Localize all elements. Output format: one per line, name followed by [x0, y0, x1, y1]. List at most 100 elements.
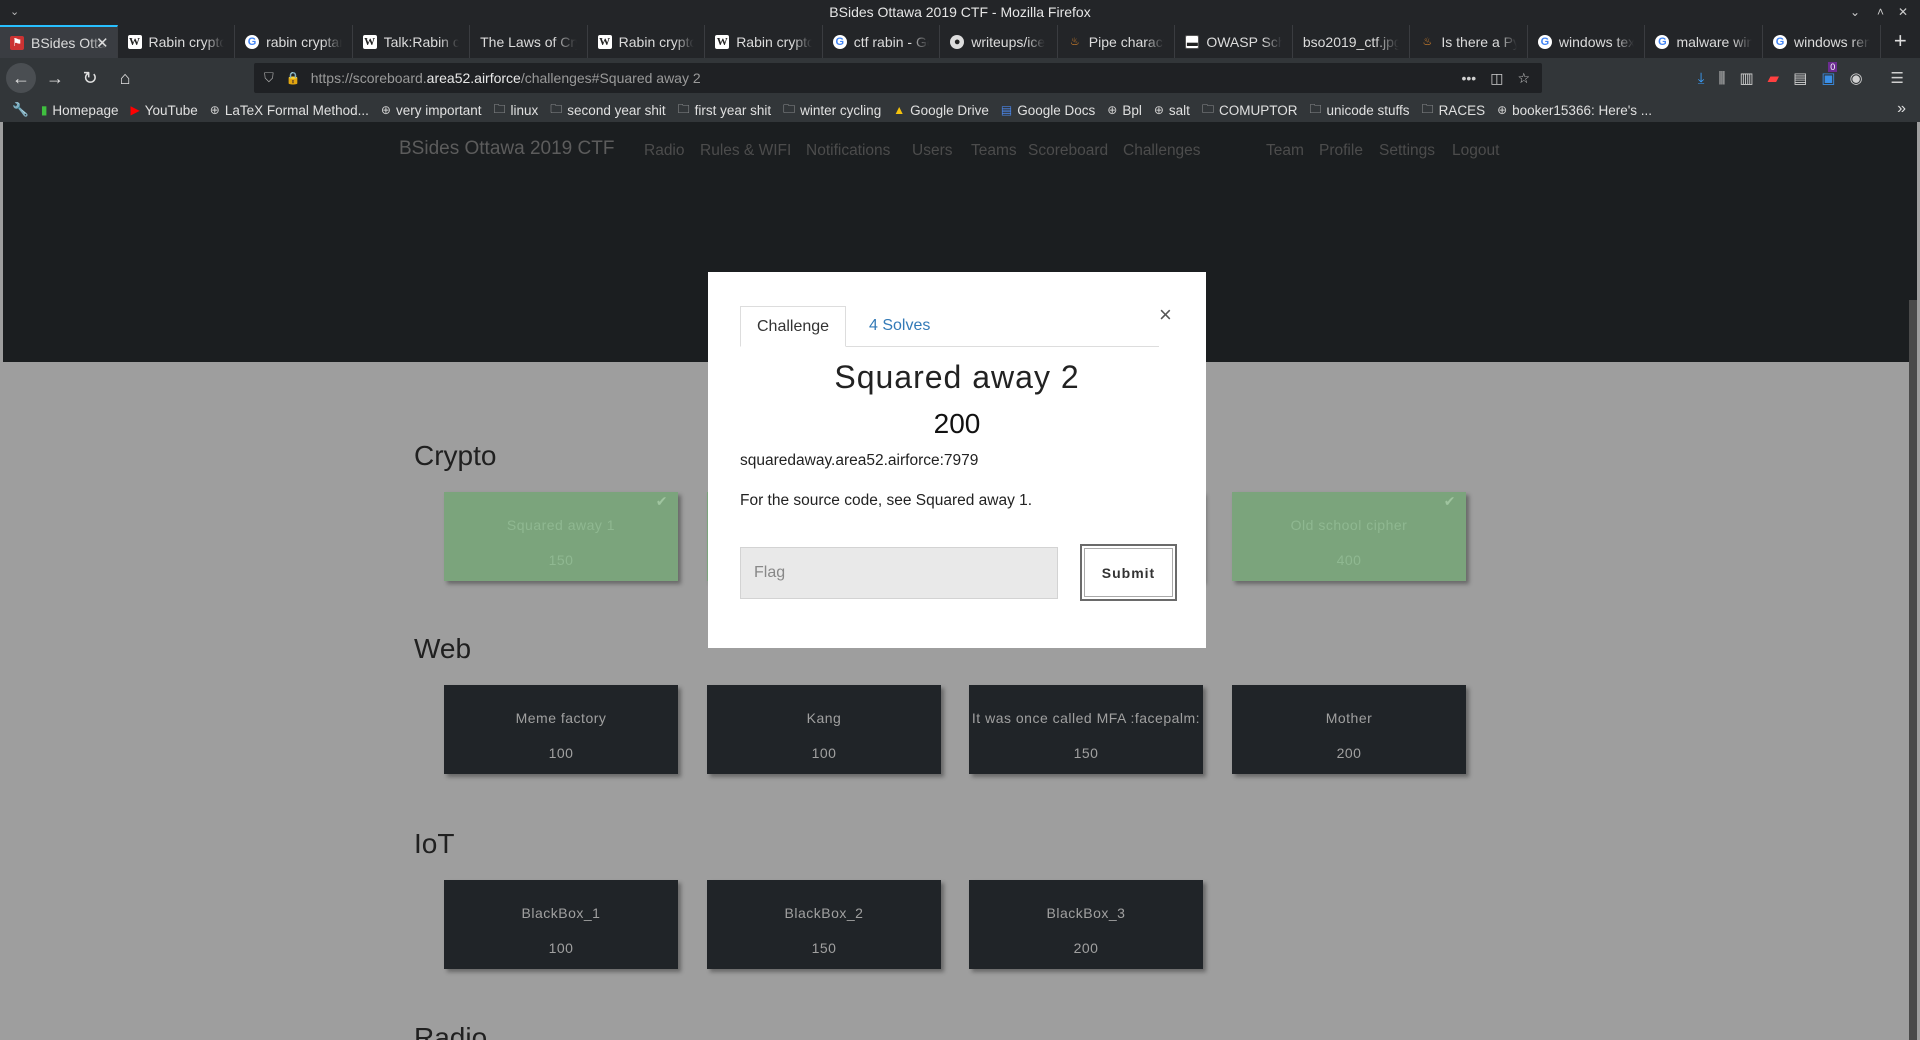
nav-challenges[interactable]: Challenges	[1123, 142, 1201, 160]
maximize-icon[interactable]: ˄	[1877, 0, 1884, 25]
download-icon[interactable]: ⤓	[1698, 70, 1705, 87]
google-icon: G	[245, 34, 260, 49]
orange-icon: ♨	[1422, 35, 1433, 48]
challenge-card[interactable]: BlackBox_2 150	[707, 880, 941, 969]
nav-settings[interactable]: Settings	[1379, 142, 1435, 160]
browser-tab[interactable]: Gctf rabin - Google	[823, 25, 941, 58]
globe-icon: ⊕	[1153, 103, 1164, 117]
check-icon: ✔	[655, 493, 668, 509]
bookmark-item[interactable]: ⊕ Bpl	[1107, 103, 1142, 118]
bookmark-folder[interactable]: 🗀 first year shit	[678, 100, 772, 121]
browser-tab[interactable]: WRabin cryptosystem	[588, 25, 706, 58]
extension-badge-icon[interactable]: ▣ 0	[1821, 62, 1838, 87]
bookmark-folder[interactable]: 🗀 linux	[494, 100, 539, 121]
window-titlebar: ⌄ BSides Ottawa 2019 CTF - Mozilla Firef…	[0, 0, 1920, 25]
nav-scoreboard[interactable]: Scoreboard	[1028, 142, 1108, 160]
home-icon[interactable]: ⌂	[109, 62, 141, 94]
bookmark-item[interactable]: ⊕ booker15366: Here's ...	[1497, 103, 1652, 118]
new-tab-icon[interactable]: +	[1881, 25, 1920, 58]
flag-input[interactable]	[740, 547, 1058, 599]
account-icon[interactable]: ◉	[1849, 69, 1862, 87]
browser-tab[interactable]: ● writeups/ice	[940, 25, 1058, 58]
sidebar-icon[interactable]: ▥	[1739, 69, 1753, 87]
extension-red-icon[interactable]: ▰	[1768, 69, 1780, 87]
browser-tab[interactable]: Grabin cryptanalysis	[235, 25, 353, 58]
tab-solves[interactable]: 4 Solves	[853, 306, 946, 347]
page-scrollbar[interactable]	[1909, 300, 1917, 1040]
close-icon[interactable]: ×	[1159, 302, 1172, 328]
nav-teams[interactable]: Teams	[971, 142, 1017, 160]
bookmark-folder[interactable]: 🗀 winter cycling	[783, 100, 881, 121]
bookmark-folder[interactable]: 🗀 COMUPTOR	[1202, 100, 1298, 121]
challenge-card[interactable]: BlackBox_1 100	[444, 880, 678, 969]
tab-close-icon[interactable]: ✕	[96, 34, 109, 52]
google-icon: G	[832, 34, 847, 49]
close-window-icon[interactable]: ✕	[1898, 0, 1908, 25]
bookmark-star-icon[interactable]: ☆	[1517, 70, 1530, 87]
nav-rules[interactable]: Rules & WIFI	[700, 142, 791, 160]
nav-radio[interactable]: Radio	[644, 142, 685, 160]
back-icon[interactable]: ←	[6, 63, 36, 93]
browser-tab[interactable]: ♨Is there a Python	[1410, 25, 1528, 58]
bookmarks-overflow-icon[interactable]: »	[1897, 100, 1906, 118]
reload-icon[interactable]: ↻	[74, 62, 106, 94]
challenge-card[interactable]: Meme factory 100	[444, 685, 678, 774]
browser-tab[interactable]: Gwindows text	[1528, 25, 1646, 58]
nav-logout[interactable]: Logout	[1452, 142, 1499, 160]
browser-tab[interactable]: ⚑BSides Ottawa✕	[0, 25, 118, 58]
hamburger-menu-icon[interactable]: ☰	[1891, 69, 1904, 87]
wrench-icon[interactable]: 🔧	[12, 102, 29, 118]
window-menu-icon[interactable]: ⌄	[10, 0, 19, 25]
submit-button[interactable]: Submit	[1080, 544, 1177, 601]
nav-team[interactable]: Team	[1266, 142, 1304, 160]
shield-icon[interactable]: ⛉	[264, 70, 274, 86]
challenge-card[interactable]: Kang 100	[707, 685, 941, 774]
bookmark-item[interactable]: ▲ Google Drive	[893, 103, 989, 118]
nav-notifications[interactable]: Notifications	[806, 142, 890, 160]
challenge-card[interactable]: It was once called MFA :facepalm: 150	[969, 685, 1203, 774]
red-flag-icon: ⚑	[10, 35, 24, 50]
challenge-card[interactable]: Mother 200	[1232, 685, 1466, 774]
url-domain: area52.airforce	[426, 70, 521, 86]
folder-icon: 🗀	[1201, 101, 1214, 116]
minimize-icon[interactable]: ⌄	[1850, 0, 1860, 25]
bookmark-folder[interactable]: 🗀 second year shit	[550, 100, 665, 121]
bookmark-item[interactable]: ▤ Google Docs	[1001, 103, 1095, 118]
challenge-title: Squared away 2	[834, 359, 1080, 395]
bookmark-folder[interactable]: 🗀 RACES	[1422, 100, 1486, 121]
bookmark-item[interactable]: ▮ Homepage	[41, 103, 119, 118]
bookmark-item[interactable]: ⊕ salt	[1154, 103, 1190, 118]
bookmark-item[interactable]: ▶ YouTube	[130, 103, 197, 118]
browser-tab[interactable]: bso2019_ctf.jpg	[1293, 25, 1411, 58]
browser-tab[interactable]: ♨Pipe character	[1058, 25, 1176, 58]
browser-tab[interactable]: WRabin cryptosystem	[705, 25, 823, 58]
url-bar[interactable]: ⛉ 🔒 https://scoreboard. area52.airforce/c…	[254, 63, 1542, 93]
bookmark-item[interactable]: ⊕ very important	[381, 103, 482, 118]
site-brand[interactable]: BSides Ottawa 2019 CTF	[399, 138, 614, 160]
challenge-card[interactable]: ✔ Squared away 1 150	[444, 492, 678, 581]
lock-icon[interactable]: 🔒	[286, 71, 301, 85]
challenge-card[interactable]: ✔ Old school cipher 400	[1232, 492, 1466, 581]
browser-tab[interactable]: WRabin cryptosystem	[118, 25, 236, 58]
orange-icon: ♨	[1069, 35, 1080, 48]
page-actions-icon[interactable]: •••	[1461, 70, 1476, 86]
forward-icon[interactable]: →	[39, 62, 71, 94]
extension-icon[interactable]: ▤	[1793, 69, 1807, 87]
nav-profile[interactable]: Profile	[1319, 142, 1363, 160]
bookmark-item[interactable]: ⊕ LaTeX Formal Method...	[210, 103, 369, 118]
check-icon: ✔	[1443, 493, 1456, 509]
browser-tab[interactable]: The Laws of Cryptography	[470, 25, 588, 58]
nav-users[interactable]: Users	[912, 142, 952, 160]
browser-tab[interactable]: Gwindows rename	[1763, 25, 1881, 58]
browser-tab[interactable]: ▬OWASP Scheme	[1175, 25, 1293, 58]
page-content: BSides Ottawa 2019 CTF Radio Rules & WIF…	[3, 122, 1917, 1040]
bookmark-folder[interactable]: 🗀 unicode stuffs	[1309, 100, 1409, 121]
browser-tab[interactable]: Gmalware windows	[1645, 25, 1763, 58]
library-icon[interactable]: ⫼	[1718, 70, 1725, 87]
challenge-card[interactable]: BlackBox_3 200	[969, 880, 1203, 969]
tab-challenge[interactable]: Challenge	[740, 306, 847, 347]
box-icon: ▬	[1185, 34, 1200, 49]
pocket-icon[interactable]: ◫	[1490, 70, 1503, 87]
url-path: /challenges#Squared away 2	[520, 70, 701, 86]
browser-tab[interactable]: WTalk:Rabin cryptosystem	[353, 25, 471, 58]
